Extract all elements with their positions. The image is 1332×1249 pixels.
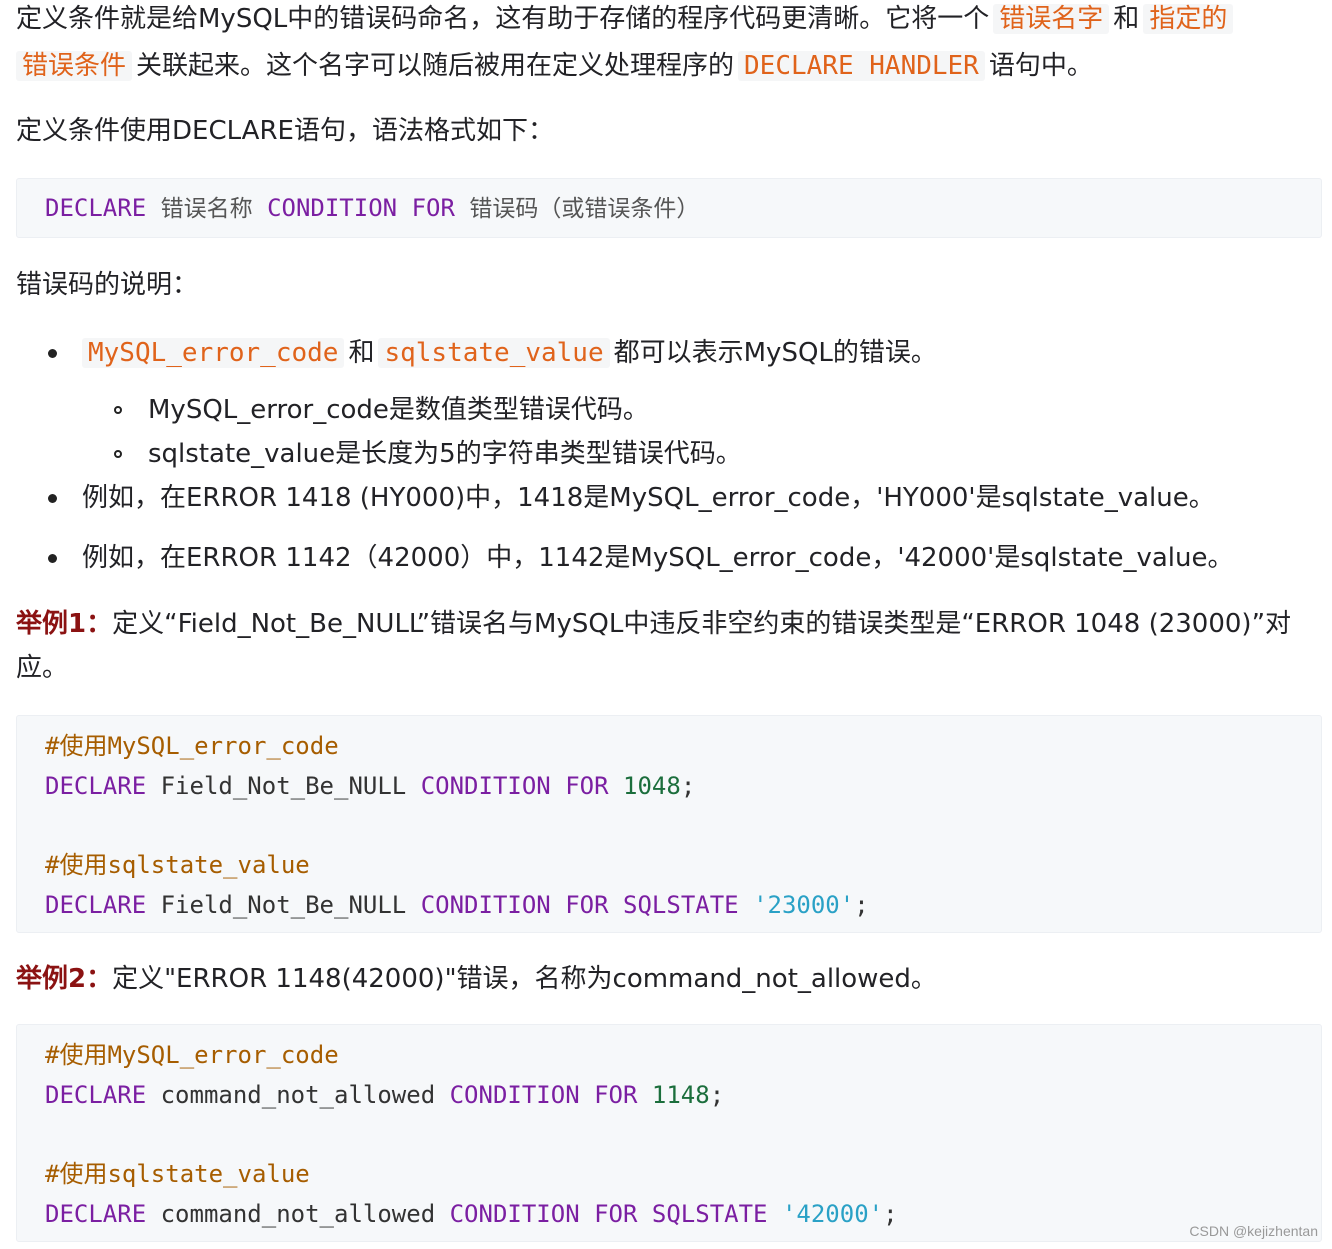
intro-line-1: 定义条件就是给MySQL中的错误码命名，这有助于存储的程序代码更清晰。它将一个错… — [16, 0, 1237, 42]
example-1-line-1: 举例1：定义“Field_Not_Be_NULL”错误名与MySQL中违反非空约… — [16, 601, 1291, 647]
bullet-item-3: 例如，在ERROR 1142（42000）中，1142是MySQL_error_… — [82, 543, 1234, 573]
watermark: CSDN @kejizhentan — [1189, 1223, 1318, 1239]
sub-bullet-circle — [114, 406, 122, 414]
inline-code-error-name: 错误名字 — [993, 4, 1110, 34]
example-1-label: 举例1： — [16, 609, 113, 639]
bullet-1-mid: 和 — [348, 338, 375, 368]
inline-code-specified: 指定的 — [1143, 4, 1234, 34]
inline-code-declare-handler: DECLARE HANDLER — [738, 51, 985, 81]
code-line-declare-sqlstate: DECLARE Field_Not_Be_NULL CONDITION FOR … — [45, 891, 869, 919]
sub-bullet-circle — [114, 450, 122, 458]
example-2-code-block: #使用MySQL_error_code DECLARE command_not_… — [16, 1024, 1322, 1242]
bullet-item-2: 例如，在ERROR 1418 (HY000)中，1418是MySQL_error… — [82, 483, 1215, 513]
example-2-line: 举例2：定义"ERROR 1148(42000)"错误，名称为command_n… — [16, 956, 937, 1002]
inline-code-sqlstate-value: sqlstate_value — [378, 338, 610, 368]
code-line-declare-sqlstate: DECLARE command_not_allowed CONDITION FO… — [45, 1200, 898, 1228]
intro-text-c: 关联起来。这个名字可以随后被用在定义处理程序的 — [136, 51, 735, 81]
intro-text-a: 定义条件就是给MySQL中的错误码命名，这有助于存储的程序代码更清晰。它将一个 — [16, 4, 990, 34]
code-comment: #使用sqlstate_value — [45, 851, 310, 879]
bullet-dot — [48, 554, 57, 563]
sub-bullet-1: MySQL_error_code是数值类型错误代码。 — [148, 395, 649, 425]
example-2-label: 举例2： — [16, 964, 113, 994]
intro-text-d: 语句中。 — [988, 51, 1093, 81]
intro-line-2: 错误条件 关联起来。这个名字可以随后被用在定义处理程序的 DECLARE HANDL… — [12, 43, 1093, 89]
syntax-intro: 定义条件使用DECLARE语句，语法格式如下： — [16, 116, 554, 146]
intro-text-b: 和 — [1113, 4, 1140, 34]
example-2-text: 定义"ERROR 1148(42000)"错误，名称为command_not_a… — [112, 964, 937, 994]
error-code-heading: 错误码的说明： — [16, 270, 199, 300]
bullet-item-1: MySQL_error_code 和 sqlstate_value 都可以表示MySQ… — [78, 330, 937, 376]
bullet-dot — [48, 349, 57, 358]
sub-bullet-2: sqlstate_value是长度为5的字符串类型错误代码。 — [148, 439, 742, 469]
code-comment: #使用MySQL_error_code — [45, 1041, 339, 1069]
placeholder-error-name: 错误名称 — [160, 196, 253, 222]
code-line-declare: DECLARE command_not_allowed CONDITION FO… — [45, 1081, 725, 1109]
kw-condition: CONDITION — [267, 194, 398, 222]
code-line-declare: DECLARE Field_Not_Be_NULL CONDITION FOR … — [45, 772, 696, 800]
syntax-line: DECLARE 错误名称 CONDITION FOR 错误码（或错误条件） — [45, 192, 699, 225]
inline-code-mysql-error-code: MySQL_error_code — [82, 338, 345, 368]
example-1-line-2: 应。 — [16, 653, 69, 683]
syntax-code-block: DECLARE 错误名称 CONDITION FOR 错误码（或错误条件） — [16, 178, 1322, 238]
bullet-1-tail: 都可以表示MySQL的错误。 — [613, 338, 937, 368]
code-comment: #使用sqlstate_value — [45, 1160, 310, 1188]
example-1-text: 定义“Field_Not_Be_NULL”错误名与MySQL中违反非空约束的错误… — [112, 609, 1292, 639]
kw-for: FOR — [411, 194, 455, 222]
bullet-dot — [48, 494, 57, 503]
placeholder-error-code: 错误码（或错误条件） — [469, 196, 700, 222]
code-comment: #使用MySQL_error_code — [45, 732, 339, 760]
example-1-code-block: #使用MySQL_error_code DECLARE Field_Not_Be… — [16, 715, 1322, 933]
kw-declare: DECLARE — [45, 194, 147, 222]
inline-code-error-condition: 错误条件 — [16, 51, 133, 81]
